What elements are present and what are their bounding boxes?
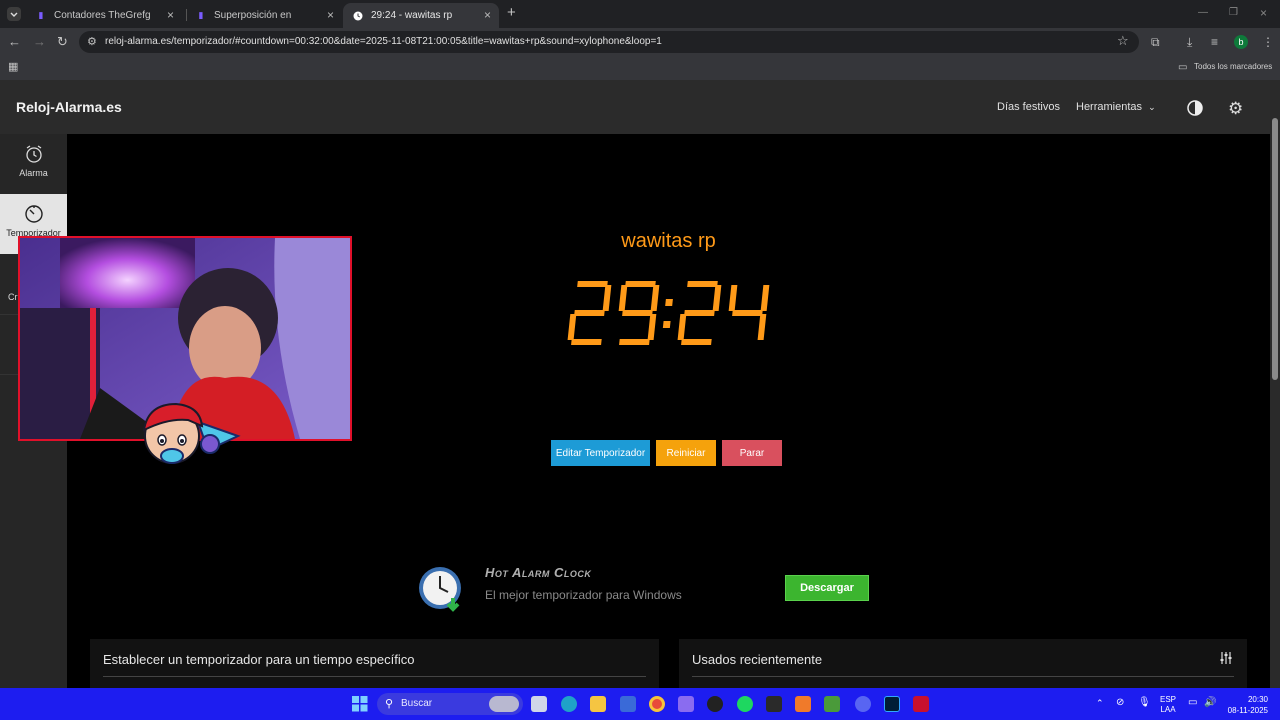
discord-icon[interactable] — [855, 696, 871, 712]
profile-avatar[interactable]: b — [1234, 35, 1248, 49]
media-icon[interactable]: ≡ — [1211, 35, 1218, 49]
browser-toolbar: ← → ↻ ⚙ reloj-alarma.es/temporizador/#co… — [0, 28, 1280, 56]
site-settings-icon[interactable]: ⚙ — [87, 35, 97, 49]
chevron-down-icon: ⌄ — [1148, 102, 1156, 112]
edit-timer-button[interactable]: Editar Temporizador — [551, 440, 650, 466]
task-view-icon[interactable] — [531, 696, 547, 712]
nav-holidays[interactable]: Días festivos — [997, 101, 1060, 113]
hot-alarm-clock-ad[interactable]: Hot Alarm Clock El mejor temporizador pa… — [417, 564, 877, 624]
tab-search-icon[interactable] — [7, 7, 21, 21]
minimize-icon[interactable]: — — [1198, 6, 1208, 20]
alarm-clock-icon — [24, 144, 44, 164]
alarm-clock-app-icon — [417, 564, 465, 617]
stop-button[interactable]: Parar — [722, 440, 782, 466]
language-indicator[interactable]: ESP LAA — [1160, 695, 1176, 715]
scrollbar-thumb[interactable] — [1272, 118, 1278, 380]
close-icon[interactable]: × — [327, 8, 334, 22]
reload-icon[interactable]: ↻ — [57, 35, 68, 49]
download-icon[interactable]: ⤓ — [1187, 35, 1192, 49]
download-button[interactable]: Descargar — [785, 575, 869, 601]
apps-grid-icon[interactable]: ▦ — [8, 60, 18, 74]
card-title: Establecer un temporizador para un tiemp… — [103, 652, 415, 667]
show-hidden-icons[interactable]: ⌃ — [1096, 698, 1104, 709]
nav-tools[interactable]: Herramientas ⌄ — [1076, 101, 1156, 113]
edge-icon[interactable] — [561, 696, 577, 712]
sidebar-item-alarma[interactable]: Alarma — [0, 134, 67, 194]
epic-games-icon[interactable] — [766, 696, 782, 712]
search-highlight-icon — [489, 696, 519, 712]
file-explorer-icon[interactable] — [590, 696, 606, 712]
menu-icon[interactable]: ⋮ — [1262, 35, 1274, 49]
site-header: Reloj-Alarma.es Días festivos Herramient… — [0, 80, 1270, 134]
microphone-icon[interactable]: 🎙 — [1138, 697, 1151, 708]
display-icon[interactable]: ▭ — [1188, 697, 1197, 708]
app-a-icon[interactable] — [795, 696, 811, 712]
extensions-icon[interactable]: ⧉ — [1151, 35, 1160, 49]
obs-icon[interactable] — [707, 696, 723, 712]
digital-timer-digits — [567, 281, 770, 345]
folder-icon: ▭ — [1178, 62, 1188, 73]
all-bookmarks-link[interactable]: Todos los marcadores — [1194, 62, 1272, 71]
new-tab-icon[interactable]: + — [507, 5, 516, 20]
twitch-icon: ▮ — [38, 10, 44, 20]
windows-start-icon[interactable] — [352, 696, 368, 717]
close-icon[interactable]: × — [484, 8, 491, 22]
page-scrollbar[interactable] — [1270, 80, 1280, 688]
copilot-icon[interactable] — [678, 696, 694, 712]
clock-favicon-icon — [353, 11, 363, 21]
forward-icon[interactable]: → — [33, 35, 46, 49]
filter-sliders-icon[interactable] — [1220, 651, 1232, 670]
theme-toggle-icon[interactable] — [1187, 100, 1203, 121]
tab-timer-active[interactable]: 29:24 - wawitas rp × — [343, 3, 499, 28]
app-red-icon[interactable] — [913, 696, 929, 712]
ad-tagline: El mejor temporizador para Windows — [485, 588, 682, 602]
spotify-icon[interactable] — [737, 696, 753, 712]
volume-icon[interactable]: 🔊 — [1204, 697, 1216, 708]
clock[interactable]: 20:30 08-11-2025 — [1224, 694, 1268, 716]
site-logo[interactable]: Reloj-Alarma.es — [16, 99, 122, 115]
tab-contadores[interactable]: ▮ Contadores TheGrefg × — [26, 3, 182, 28]
settings-gear-icon[interactable]: ⚙ — [1228, 99, 1243, 119]
ad-brand: Hot Alarm Clock — [485, 565, 592, 580]
windows-taskbar: ⚲ Buscar ⌃ ⊘ 🎙 ESP LAA ▭ 🔊 20:30 08-11-2… — [0, 688, 1280, 720]
store-icon[interactable] — [620, 696, 636, 712]
bookmark-star-icon[interactable]: ☆ — [1117, 34, 1129, 48]
mascot-sticker — [138, 400, 246, 471]
restart-button[interactable]: Reiniciar — [656, 440, 716, 466]
maximize-icon[interactable]: ❐ — [1229, 6, 1238, 20]
photoshop-icon[interactable] — [884, 696, 900, 712]
card-title: Usados recientemente — [692, 652, 823, 667]
url-text[interactable]: reloj-alarma.es/temporizador/#countdown=… — [105, 36, 662, 47]
network-icon[interactable]: ⊘ — [1116, 697, 1124, 708]
minecraft-icon[interactable] — [824, 696, 840, 712]
address-bar[interactable]: ⚙ reloj-alarma.es/temporizador/#countdow… — [79, 31, 1139, 53]
tab-superposicion[interactable]: ▮ Superposición en × — [186, 3, 342, 28]
search-placeholder: Buscar — [401, 698, 433, 709]
twitch-icon: ▮ — [198, 10, 204, 20]
back-icon[interactable]: ← — [8, 35, 21, 49]
bookmarks-bar: ▦ ▭ Todos los marcadores — [0, 56, 1280, 80]
close-icon[interactable]: × — [167, 8, 174, 22]
timer-display — [566, 279, 772, 354]
browser-tab-strip: ▮ Contadores TheGrefg × ▮ Superposición … — [0, 0, 1280, 28]
close-window-icon[interactable]: × — [1260, 6, 1267, 20]
taskbar-search[interactable]: ⚲ Buscar — [377, 693, 523, 715]
timer-icon — [24, 204, 44, 224]
chrome-icon[interactable] — [649, 696, 665, 712]
search-icon: ⚲ — [385, 698, 394, 710]
